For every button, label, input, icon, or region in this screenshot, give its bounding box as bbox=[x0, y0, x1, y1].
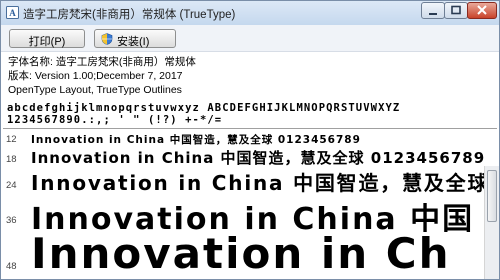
vertical-scrollbar[interactable] bbox=[484, 166, 499, 279]
install-button[interactable]: 安装(I) bbox=[94, 29, 176, 48]
font-name: 字体名称: 造字工房梵宋(非商用）常规体 bbox=[8, 56, 196, 68]
font-version: 版本: Version 1.00;December 7, 2017 bbox=[8, 70, 183, 82]
font-icon: A bbox=[6, 6, 19, 19]
install-button-label: 安装(I) bbox=[117, 36, 150, 48]
charset-letters: abcdefghijklmnopqrstuvwxyz ABCDEFGHIJKLM… bbox=[7, 102, 401, 114]
size-label-24: 24 bbox=[6, 180, 17, 191]
close-button[interactable] bbox=[467, 2, 497, 19]
sample-48pt: Innovation in Ch bbox=[31, 229, 451, 278]
title-bar[interactable]: A 造字工房梵宋(非商用）常规体 (TrueType) bbox=[1, 1, 499, 25]
shield-icon bbox=[101, 33, 113, 45]
separator bbox=[3, 128, 497, 129]
print-button-label: 打印(P) bbox=[28, 36, 66, 48]
sample-12pt: Innovation in China 中国智造，慧及全球 0123456789 bbox=[31, 134, 361, 146]
font-outline-type: OpenType Layout, TrueType Outlines bbox=[8, 84, 182, 96]
window-title: 造字工房梵宋(非商用）常规体 (TrueType) bbox=[23, 9, 236, 21]
font-info: 字体名称: 造字工房梵宋(非商用）常规体 版本: Version 1.00;De… bbox=[8, 55, 196, 97]
charset-digits: 1234567890.:,; ' " (!?) +-*/= bbox=[7, 113, 223, 126]
size-label-18: 18 bbox=[6, 154, 17, 165]
font-viewer-window: A 造字工房梵宋(非商用）常规体 (TrueType) 打印(P) 安装(I) bbox=[0, 0, 500, 280]
size-label-36: 36 bbox=[6, 215, 17, 226]
minimize-button[interactable] bbox=[421, 2, 445, 19]
sample-18pt: Innovation in China 中国智造，慧及全球 0123456789 bbox=[31, 149, 486, 167]
svg-text:A: A bbox=[9, 8, 16, 18]
size-label-48: 48 bbox=[6, 261, 17, 272]
toolbar: 打印(P) 安装(I) bbox=[1, 25, 499, 52]
character-set: abcdefghijklmnopqrstuvwxyz ABCDEFGHIJKLM… bbox=[7, 102, 401, 126]
size-label-12: 12 bbox=[6, 134, 17, 145]
sample-24pt: Innovation in China 中国智造，慧及全球 bbox=[31, 171, 490, 195]
minimize-icon bbox=[429, 13, 437, 15]
scrollbar-thumb[interactable] bbox=[487, 170, 497, 222]
maximize-button[interactable] bbox=[444, 2, 468, 19]
maximize-icon bbox=[451, 5, 461, 15]
print-button[interactable]: 打印(P) bbox=[9, 29, 85, 48]
close-icon bbox=[477, 5, 487, 15]
